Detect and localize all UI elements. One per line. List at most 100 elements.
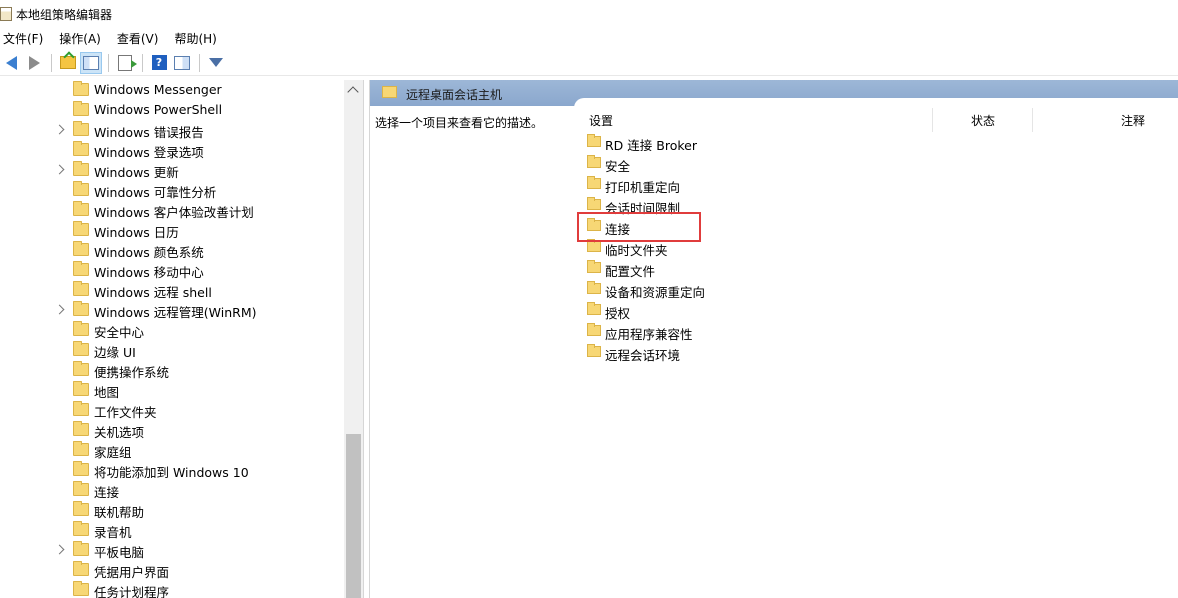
setting-label: 打印机重定向 [605, 180, 681, 195]
tree-item[interactable]: 关机选项 [0, 420, 344, 440]
tree-item[interactable]: Windows 远程管理(WinRM) [0, 300, 344, 320]
tree-item[interactable]: Windows 可靠性分析 [0, 180, 344, 200]
tree-item-label: 平板电脑 [94, 545, 145, 560]
scroll-thumb[interactable] [346, 434, 361, 598]
setting-folder-item[interactable]: 授权 [584, 300, 884, 321]
setting-folder-item[interactable]: RD 连接 Broker [584, 132, 884, 153]
setting-folder-item[interactable]: 打印机重定向 [584, 174, 884, 195]
tree-pane: Windows Messenger Windows PowerShell Windo… [0, 80, 364, 598]
tree-item[interactable]: 平板电脑 [0, 540, 344, 560]
tree-item[interactable]: Windows 更新 [0, 160, 344, 180]
setting-label: 远程会话环境 [605, 348, 681, 363]
folder-icon [587, 281, 601, 294]
tree-item[interactable]: Windows 客户体验改善计划 [0, 200, 344, 220]
tree-item[interactable]: 家庭组 [0, 440, 344, 460]
setting-folder-item[interactable]: 安全 [584, 153, 884, 174]
tree-item[interactable]: Windows 颜色系统 [0, 240, 344, 260]
setting-label: 临时文件夹 [605, 243, 668, 258]
tree-scrollbar[interactable] [344, 80, 363, 598]
menu-action[interactable]: 操作(A) [57, 30, 109, 47]
tree-item-label: Windows 远程 shell [94, 285, 212, 300]
setting-folder-item[interactable]: 配置文件 [584, 258, 884, 279]
tree-item[interactable]: Windows 远程 shell [0, 280, 344, 300]
tree-item[interactable]: Windows 移动中心 [0, 260, 344, 280]
setting-folder-item[interactable]: 会话时间限制 [584, 195, 884, 216]
folder-icon [587, 218, 601, 231]
tree-item[interactable]: 地图 [0, 380, 344, 400]
back-button[interactable] [0, 52, 22, 74]
folder-icon [73, 181, 89, 196]
tree-item-label: Windows 更新 [94, 165, 179, 180]
tree-item-label: Windows PowerShell [94, 102, 223, 117]
filter-button[interactable] [205, 52, 227, 74]
tree-item[interactable]: Windows 日历 [0, 220, 344, 240]
tree-item-label: Windows 日历 [94, 225, 179, 240]
show-hide-tree-button[interactable] [80, 51, 102, 74]
folder-icon [587, 239, 601, 252]
forward-button[interactable] [23, 52, 45, 74]
tree-item[interactable]: 凭据用户界面 [0, 560, 344, 580]
folder-icon [73, 461, 89, 476]
setting-folder-item[interactable]: 临时文件夹 [584, 237, 884, 258]
column-separator[interactable] [932, 108, 933, 132]
column-headers: 设置 状态 注释 [584, 108, 1178, 134]
properties-button[interactable] [171, 52, 193, 74]
folder-icon [382, 86, 397, 98]
column-header-comment[interactable]: 注释 [1121, 112, 1145, 129]
folder-icon [73, 261, 89, 276]
folder-icon [73, 201, 89, 216]
setting-folder-item[interactable]: 设备和资源重定向 [584, 279, 884, 300]
chevron-right-icon[interactable] [54, 544, 65, 555]
tree-item[interactable]: Windows 错误报告 [0, 120, 344, 140]
tree-item[interactable]: 边缘 UI [0, 340, 344, 360]
tree-item-label: Windows 远程管理(WinRM) [94, 305, 257, 320]
folder-icon [73, 441, 89, 456]
tree-item[interactable]: Windows PowerShell [0, 100, 344, 120]
chevron-right-icon[interactable] [54, 304, 65, 315]
menu-help[interactable]: 帮助(H) [172, 30, 224, 47]
column-separator[interactable] [1032, 108, 1033, 132]
folder-icon [73, 421, 89, 436]
folder-icon [73, 381, 89, 396]
toolbar-separator [142, 53, 143, 72]
chevron-right-icon[interactable] [54, 164, 65, 175]
tree-item[interactable]: 将功能添加到 Windows 10 [0, 460, 344, 480]
setting-label: 授权 [605, 306, 631, 321]
folder-icon [73, 481, 89, 496]
tree-item[interactable]: 任务计划程序 [0, 580, 344, 598]
column-header-state[interactable]: 状态 [971, 112, 995, 129]
folder-icon [73, 541, 89, 556]
tree-item[interactable]: Windows 登录选项 [0, 140, 344, 160]
tree-item[interactable]: 安全中心 [0, 320, 344, 340]
tree-item-label: Windows 客户体验改善计划 [94, 205, 254, 220]
chevron-right-icon[interactable] [54, 124, 65, 135]
help-button[interactable]: ? [148, 52, 170, 74]
setting-folder-item[interactable]: 连接 [584, 216, 884, 237]
tree-item[interactable]: 便携操作系统 [0, 360, 344, 380]
tree-item-label: 关机选项 [94, 425, 145, 440]
tree-item[interactable]: Windows Messenger [0, 80, 344, 100]
setting-label: 会话时间限制 [605, 201, 681, 216]
tree-item-label: 边缘 UI [94, 345, 136, 360]
export-list-icon [118, 54, 137, 71]
setting-label: 安全 [605, 159, 631, 174]
window-title: 本地组策略编辑器 [16, 7, 113, 22]
setting-folder-item[interactable]: 远程会话环境 [584, 342, 884, 363]
tree-item[interactable]: 联机帮助 [0, 500, 344, 520]
up-one-level-button[interactable] [57, 52, 79, 74]
tree-item[interactable]: 连接 [0, 480, 344, 500]
export-list-button[interactable] [114, 52, 137, 74]
folder-icon [73, 321, 89, 336]
setting-label: 配置文件 [605, 264, 656, 279]
setting-folder-item[interactable]: 应用程序兼容性 [584, 321, 884, 342]
scroll-up-icon[interactable] [347, 86, 359, 98]
tree-item[interactable]: 工作文件夹 [0, 400, 344, 420]
column-header-setting[interactable]: 设置 [589, 112, 613, 129]
setting-label: RD 连接 Broker [605, 138, 697, 153]
menu-view[interactable]: 查看(V) [115, 30, 167, 47]
details-title: 远程桌面会话主机 [406, 88, 503, 102]
tree-item-label: 连接 [94, 485, 120, 500]
menu-file[interactable]: 文件(F) [0, 30, 51, 47]
tree-item[interactable]: 录音机 [0, 520, 344, 540]
folder-icon [587, 344, 601, 357]
